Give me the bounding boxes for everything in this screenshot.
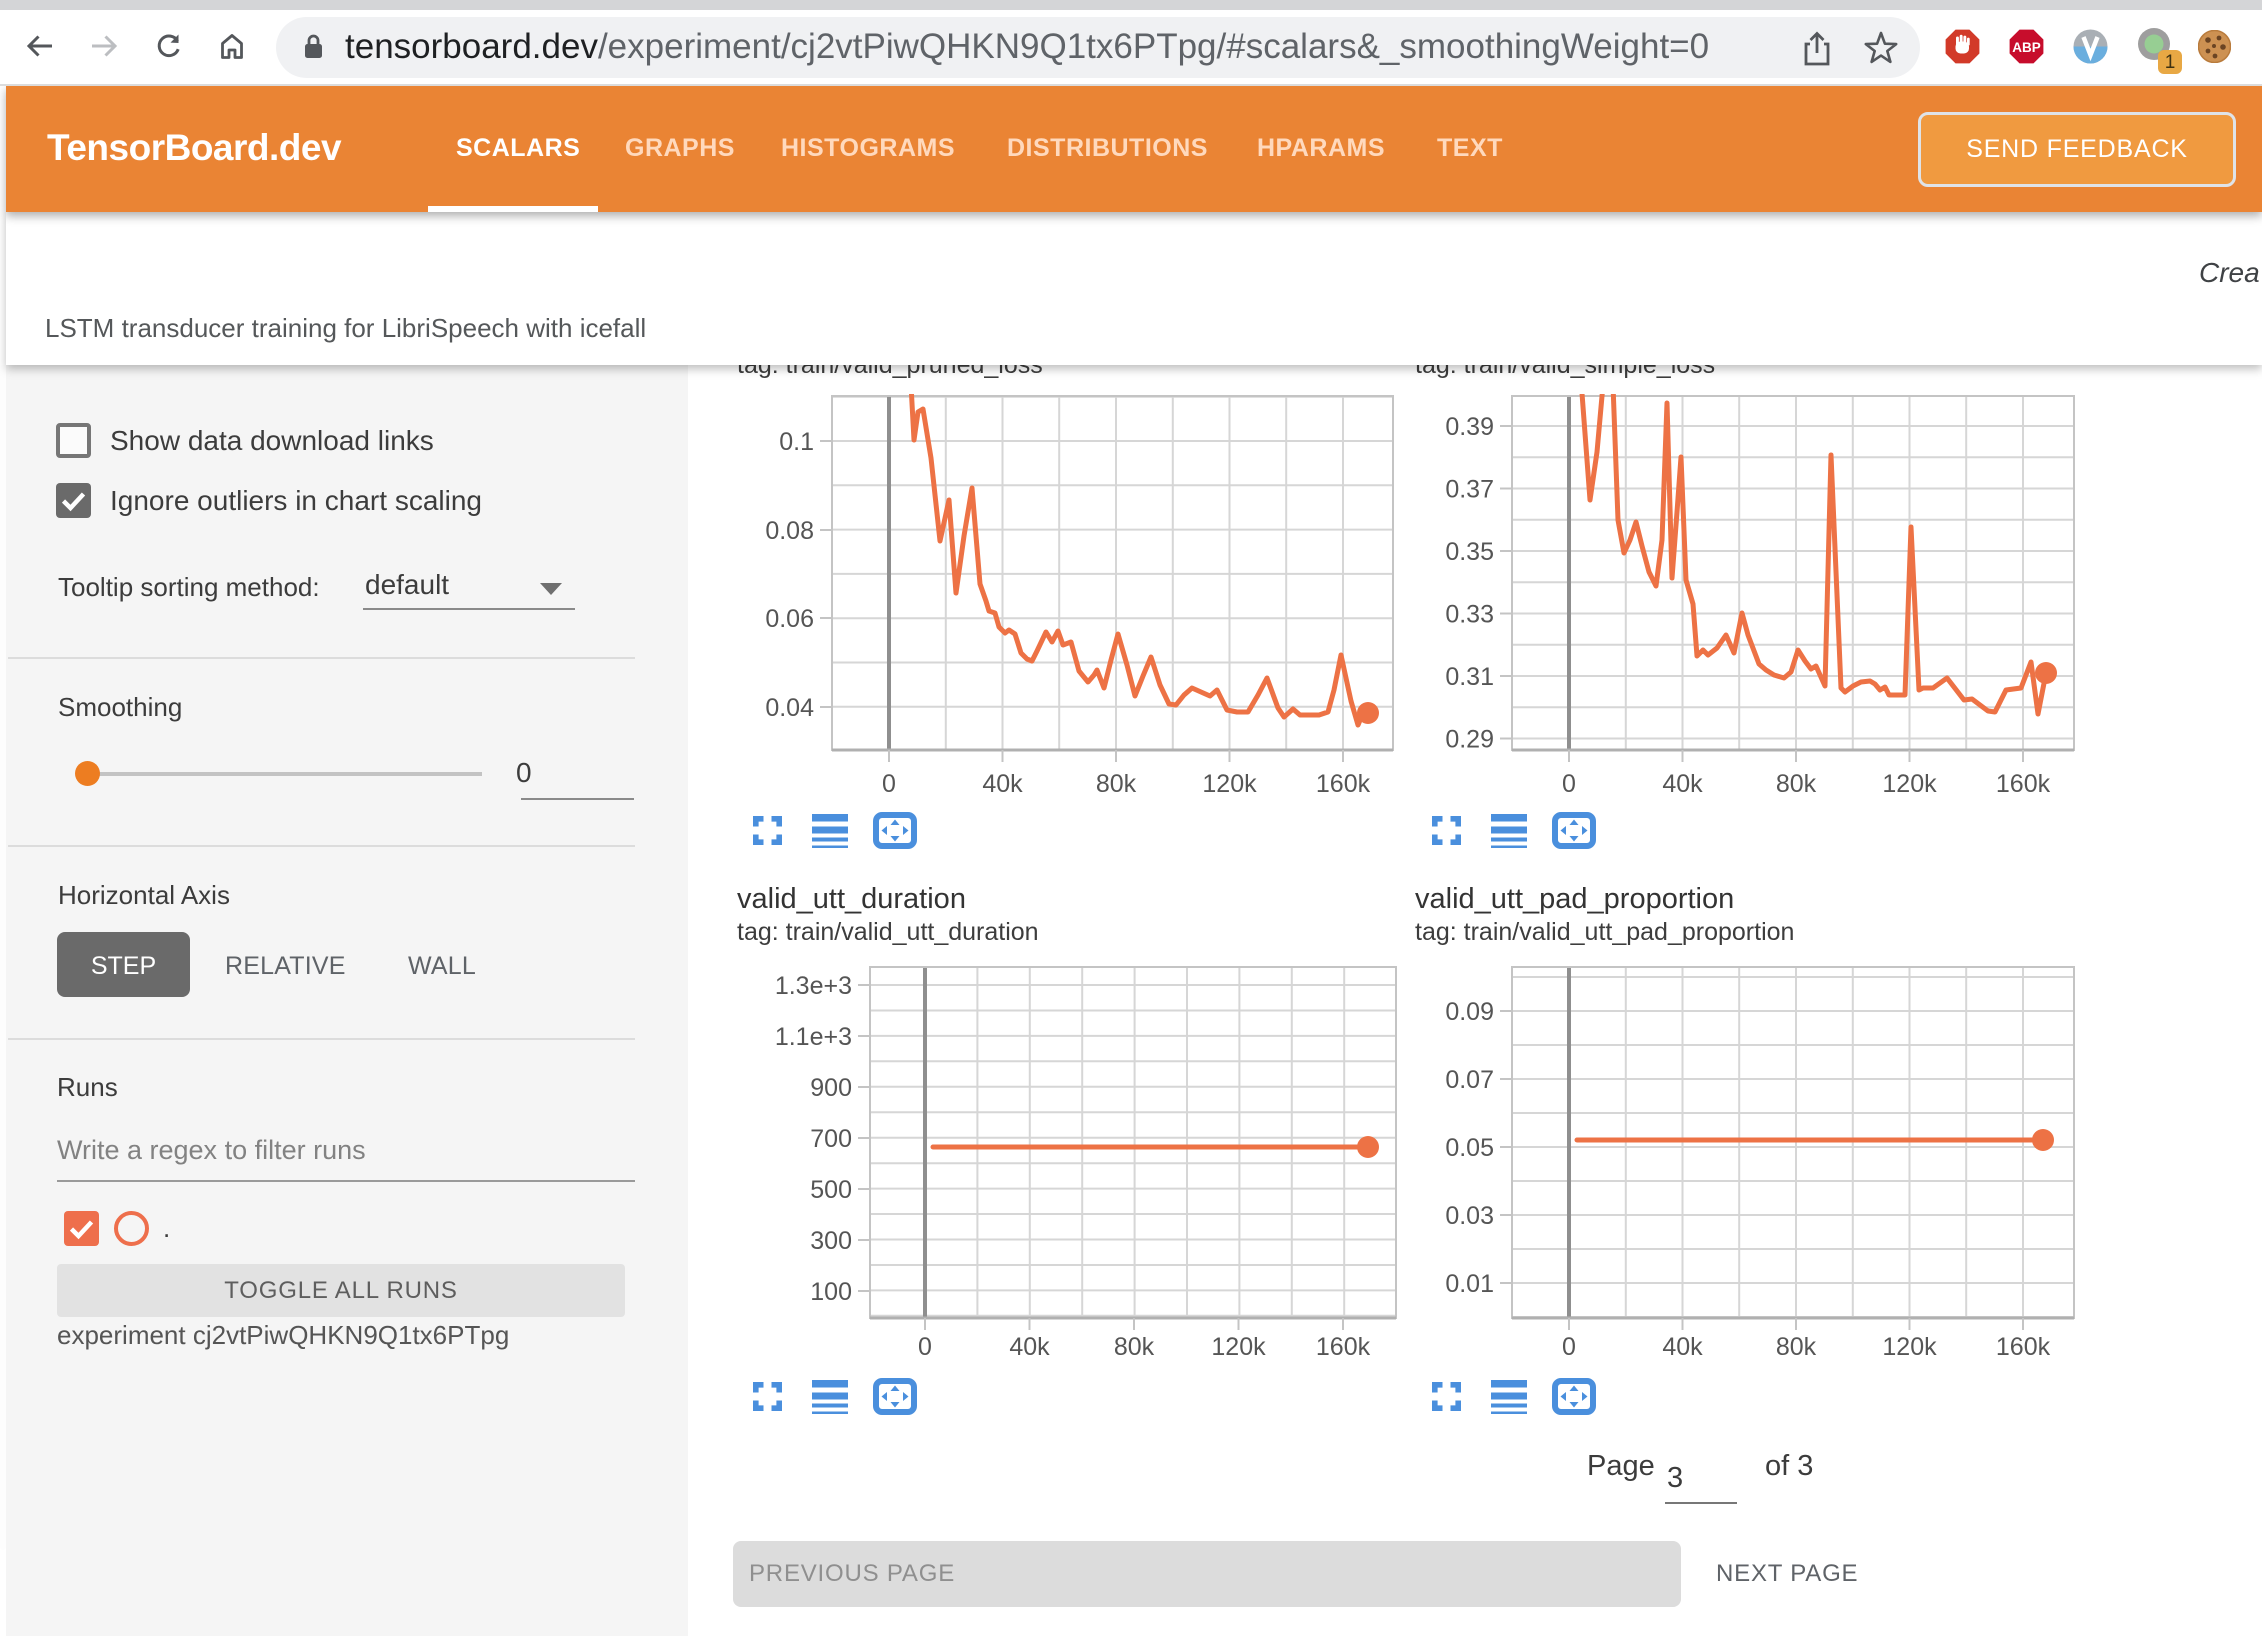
svg-text:1.1e+3: 1.1e+3 bbox=[775, 1023, 852, 1051]
svg-text:700: 700 bbox=[810, 1125, 852, 1153]
svg-text:40k: 40k bbox=[1009, 1333, 1050, 1361]
svg-text:120k: 120k bbox=[1211, 1333, 1266, 1361]
svg-text:120k: 120k bbox=[1882, 770, 1937, 798]
svg-text:0.33: 0.33 bbox=[1445, 601, 1494, 629]
svg-text:80k: 80k bbox=[1776, 770, 1817, 798]
svg-text:80k: 80k bbox=[1114, 1333, 1155, 1361]
svg-text:0.06: 0.06 bbox=[765, 605, 814, 633]
svg-text:80k: 80k bbox=[1776, 1333, 1817, 1361]
svg-text:900: 900 bbox=[810, 1074, 852, 1102]
svg-text:1.3e+3: 1.3e+3 bbox=[775, 972, 852, 1000]
svg-text:0.39: 0.39 bbox=[1445, 413, 1494, 441]
svg-text:0: 0 bbox=[1562, 770, 1576, 798]
svg-text:0.09: 0.09 bbox=[1445, 998, 1494, 1026]
svg-text:120k: 120k bbox=[1202, 770, 1257, 798]
svg-text:0: 0 bbox=[918, 1333, 932, 1361]
svg-text:160k: 160k bbox=[1316, 1333, 1371, 1361]
svg-text:40k: 40k bbox=[1662, 1333, 1703, 1361]
svg-text:0.37: 0.37 bbox=[1445, 476, 1494, 504]
svg-text:160k: 160k bbox=[1996, 770, 2051, 798]
svg-text:0: 0 bbox=[882, 770, 896, 798]
svg-text:0.35: 0.35 bbox=[1445, 538, 1494, 566]
svg-text:80k: 80k bbox=[1096, 770, 1137, 798]
svg-text:0.07: 0.07 bbox=[1445, 1066, 1494, 1094]
svg-text:160k: 160k bbox=[1316, 770, 1371, 798]
svg-text:1: 1 bbox=[2165, 52, 2176, 73]
svg-text:120k: 120k bbox=[1882, 1333, 1937, 1361]
svg-text:0.31: 0.31 bbox=[1445, 663, 1494, 691]
svg-text:0.1: 0.1 bbox=[779, 428, 814, 456]
svg-text:160k: 160k bbox=[1996, 1333, 2051, 1361]
svg-text:0: 0 bbox=[1562, 1333, 1576, 1361]
svg-text:500: 500 bbox=[810, 1176, 852, 1204]
svg-text:300: 300 bbox=[810, 1227, 852, 1255]
svg-text:0.01: 0.01 bbox=[1445, 1270, 1494, 1298]
svg-text:0.05: 0.05 bbox=[1445, 1134, 1494, 1162]
svg-text:ABP: ABP bbox=[2012, 40, 2041, 55]
svg-text:40k: 40k bbox=[982, 770, 1023, 798]
svg-text:100: 100 bbox=[810, 1278, 852, 1306]
svg-text:40k: 40k bbox=[1662, 770, 1703, 798]
svg-text:0.04: 0.04 bbox=[765, 694, 814, 722]
svg-text:0.29: 0.29 bbox=[1445, 726, 1494, 754]
svg-text:0.03: 0.03 bbox=[1445, 1202, 1494, 1230]
svg-text:0.08: 0.08 bbox=[765, 517, 814, 545]
